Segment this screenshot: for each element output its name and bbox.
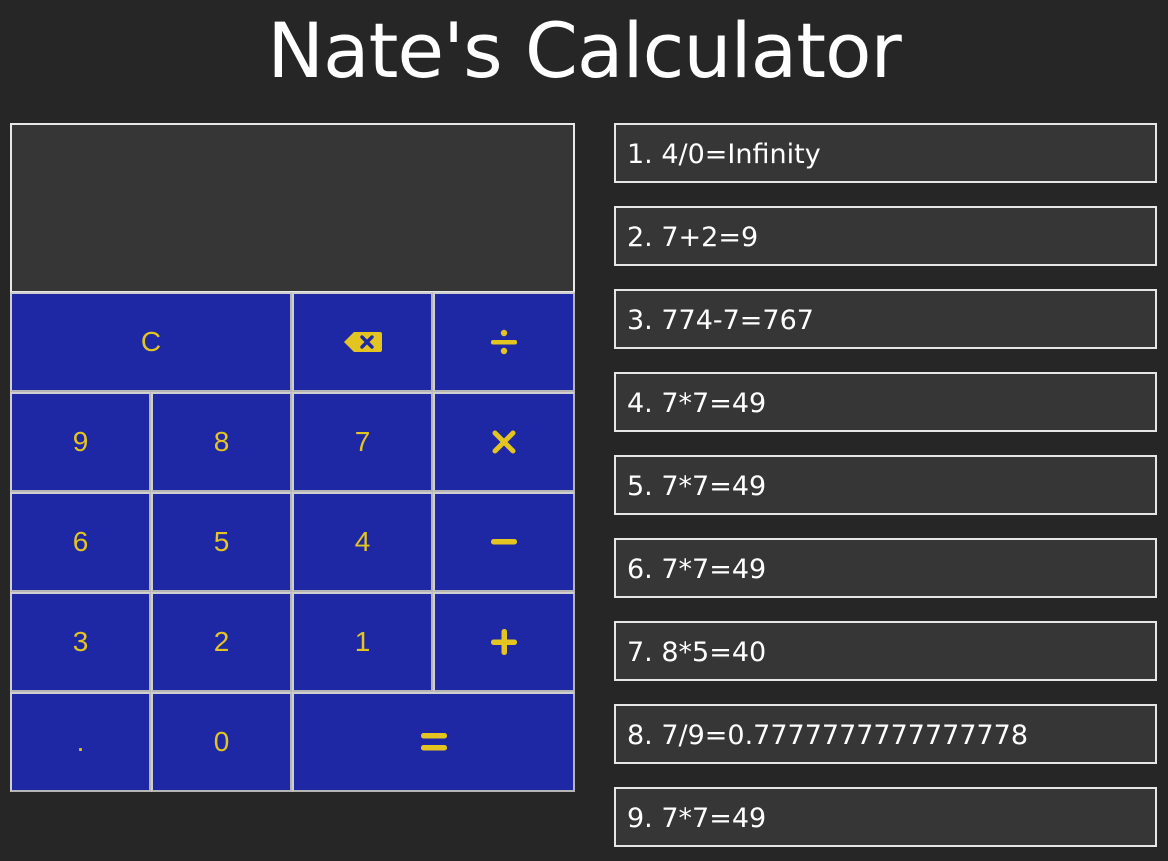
history-item: 2. 7+2=9: [614, 206, 1157, 266]
history-item: 1. 4/0=Infinity: [614, 123, 1157, 183]
add-button[interactable]: [433, 592, 575, 692]
history-item: 5. 7*7=49: [614, 455, 1157, 515]
clear-button[interactable]: C: [10, 292, 292, 392]
page-title: Nate's Calculator: [267, 6, 902, 95]
history-item: 9. 7*7=49: [614, 787, 1157, 847]
backspace-icon: [343, 332, 382, 352]
multiply-icon: [492, 430, 516, 454]
digit-9-button[interactable]: 9: [10, 392, 151, 492]
digit-2-button[interactable]: 2: [151, 592, 292, 692]
plus-icon: [491, 629, 517, 655]
divide-button[interactable]: [433, 292, 575, 392]
digit-7-button[interactable]: 7: [292, 392, 433, 492]
history-item: 8. 7/9=0.7777777777777778: [614, 704, 1157, 764]
history-item: 4. 7*7=49: [614, 372, 1157, 432]
digit-6-button[interactable]: 6: [10, 492, 151, 592]
history-item: 3. 774-7=767: [614, 289, 1157, 349]
multiply-button[interactable]: [433, 392, 575, 492]
calculator-display: [10, 123, 575, 293]
history-item: 7. 8*5=40: [614, 621, 1157, 681]
decimal-button[interactable]: .: [10, 692, 151, 792]
digit-5-button[interactable]: 5: [151, 492, 292, 592]
backspace-button[interactable]: [292, 292, 433, 392]
minus-icon: [491, 539, 517, 545]
history-item: 6. 7*7=49: [614, 538, 1157, 598]
digit-1-button[interactable]: 1: [292, 592, 433, 692]
divide-icon: [491, 329, 517, 355]
digit-3-button[interactable]: 3: [10, 592, 151, 692]
keypad: C 9 8 7 6 5 4 3 2 1 . 0: [10, 292, 575, 792]
digit-0-button[interactable]: 0: [151, 692, 292, 792]
digit-8-button[interactable]: 8: [151, 392, 292, 492]
equals-button[interactable]: [292, 692, 575, 792]
digit-4-button[interactable]: 4: [292, 492, 433, 592]
equals-icon: [420, 733, 447, 751]
subtract-button[interactable]: [433, 492, 575, 592]
